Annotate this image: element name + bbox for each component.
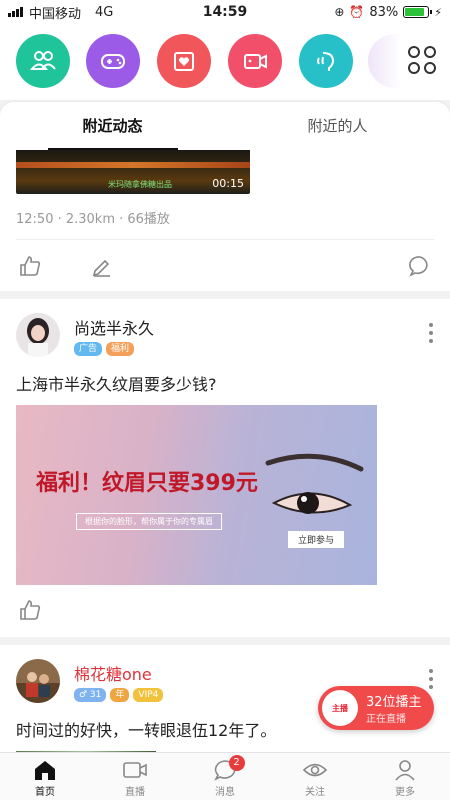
year-badge: 年 <box>110 687 130 702</box>
quick-entry-bar <box>0 24 450 100</box>
tab-nearby-feed[interactable]: 附近动态 <box>0 102 225 150</box>
author-name[interactable]: 尚选半永久 <box>74 315 154 339</box>
partial-entry-button[interactable] <box>368 34 402 88</box>
post-actions <box>16 585 434 635</box>
photo-heart-button[interactable] <box>157 34 211 88</box>
orientation-lock-icon: ⊕ <box>334 5 345 19</box>
video-thumbnail[interactable]: 米玛随拿佛糖出品 00:15 <box>16 150 250 194</box>
gender-age-badge: ♂ 31 <box>74 687 107 702</box>
video-caption: 米玛随拿佛糖出品 <box>108 180 172 189</box>
nav-label: 首页 <box>35 787 55 798</box>
game-icon <box>101 54 125 69</box>
chat-bubble-icon <box>409 255 428 277</box>
video-duration: 00:15 <box>212 177 244 190</box>
nav-label: 关注 <box>305 787 325 798</box>
nav-more[interactable]: 更多 <box>360 753 450 800</box>
status-bar: 中国移动 4G 14:59 ⊕ ⏰ 83% ⚡ <box>0 0 450 24</box>
carrier-label: 中国移动 <box>29 6 82 22</box>
live-hosts-button[interactable]: 主播 32位播主 正在直播 <box>318 686 434 730</box>
post-meta: 12:50 · 2.30km · 66播放 <box>16 212 170 227</box>
ad-headline: 福利！纹眉只要399元 <box>36 471 258 496</box>
avatar-image <box>16 659 60 703</box>
avatar-image <box>16 313 60 357</box>
like-button[interactable] <box>16 596 44 624</box>
ad-badge: 广告 <box>74 341 103 356</box>
nav-follow[interactable]: 关注 <box>270 753 360 800</box>
ad-subtitle: 根据你的脸形，帮你属于你的专属眉 <box>76 513 222 530</box>
feed-card-ad: 尚选半永久 广告 福利 上海市半永久纹眉要多少钱? 福利！纹眉只要399元 根据… <box>0 299 450 637</box>
network-label: 4G <box>95 4 114 20</box>
pencil-icon <box>92 259 110 277</box>
feed-list[interactable]: 米玛随拿佛糖出品 00:15 12:50 · 2.30km · 66播放 尚选半… <box>0 150 450 752</box>
nav-home[interactable]: 首页 <box>0 753 90 800</box>
ad-cta-button[interactable]: 立即参与 <box>288 531 345 548</box>
ad-banner[interactable]: 福利！纹眉只要399元 根据你的脸形，帮你属于你的专属眉 立即参与 <box>16 405 377 585</box>
nav-live[interactable]: 直播 <box>90 753 180 800</box>
live-thumbnail: 主播 <box>322 690 358 726</box>
nav-messages[interactable]: 2 消息 <box>180 753 270 800</box>
more-options-button[interactable] <box>428 669 434 689</box>
comment-edit-button[interactable] <box>88 252 116 280</box>
video-camera-icon <box>244 54 267 69</box>
nav-label: 消息 <box>215 787 235 798</box>
thumbs-up-icon <box>20 600 41 620</box>
game-button[interactable] <box>86 34 140 88</box>
thumbs-up-icon <box>20 255 41 276</box>
bottom-nav: 首页 直播 2 消息 关注 更多 <box>0 752 450 800</box>
avatar[interactable] <box>16 659 60 703</box>
voice-chat-icon <box>317 52 335 71</box>
photo-heart-icon <box>174 52 194 71</box>
post-text[interactable]: 上海市半永久纹眉要多少钱? <box>16 357 434 405</box>
tab-nearby-people[interactable]: 附近的人 <box>225 102 450 150</box>
like-button[interactable] <box>16 252 44 280</box>
battery-percent: 83% <box>369 4 399 20</box>
feed-tabs: 附近动态 附近的人 <box>0 102 450 150</box>
video-button[interactable] <box>228 34 282 88</box>
vip-badge: VIP4 <box>133 687 164 702</box>
nav-label: 更多 <box>395 787 415 798</box>
avatar[interactable] <box>16 313 60 357</box>
eye-icon <box>302 763 328 777</box>
person-icon <box>395 760 415 781</box>
feed-card-video: 米玛随拿佛糖出品 00:15 12:50 · 2.30km · 66播放 <box>0 150 450 291</box>
charging-icon: ⚡ <box>434 5 442 19</box>
voice-chat-button[interactable] <box>299 34 353 88</box>
signal-icon <box>8 7 23 17</box>
unread-badge: 2 <box>228 755 245 771</box>
nav-label: 直播 <box>125 787 145 798</box>
all-categories-button[interactable] <box>408 46 436 74</box>
chat-button[interactable] <box>406 252 434 280</box>
alarm-icon: ⏰ <box>349 5 365 19</box>
post-actions <box>16 239 434 291</box>
welfare-badge: 福利 <box>106 341 135 356</box>
battery-icon <box>403 6 433 18</box>
group-icon <box>29 51 56 70</box>
live-status: 正在直播 <box>366 714 406 725</box>
more-options-button[interactable] <box>428 323 434 343</box>
video-camera-icon <box>123 762 147 778</box>
home-icon <box>35 761 55 780</box>
live-count: 32位播主 <box>366 695 422 710</box>
author-name[interactable]: 棉花糖one <box>74 661 163 685</box>
group-button[interactable] <box>16 34 70 88</box>
